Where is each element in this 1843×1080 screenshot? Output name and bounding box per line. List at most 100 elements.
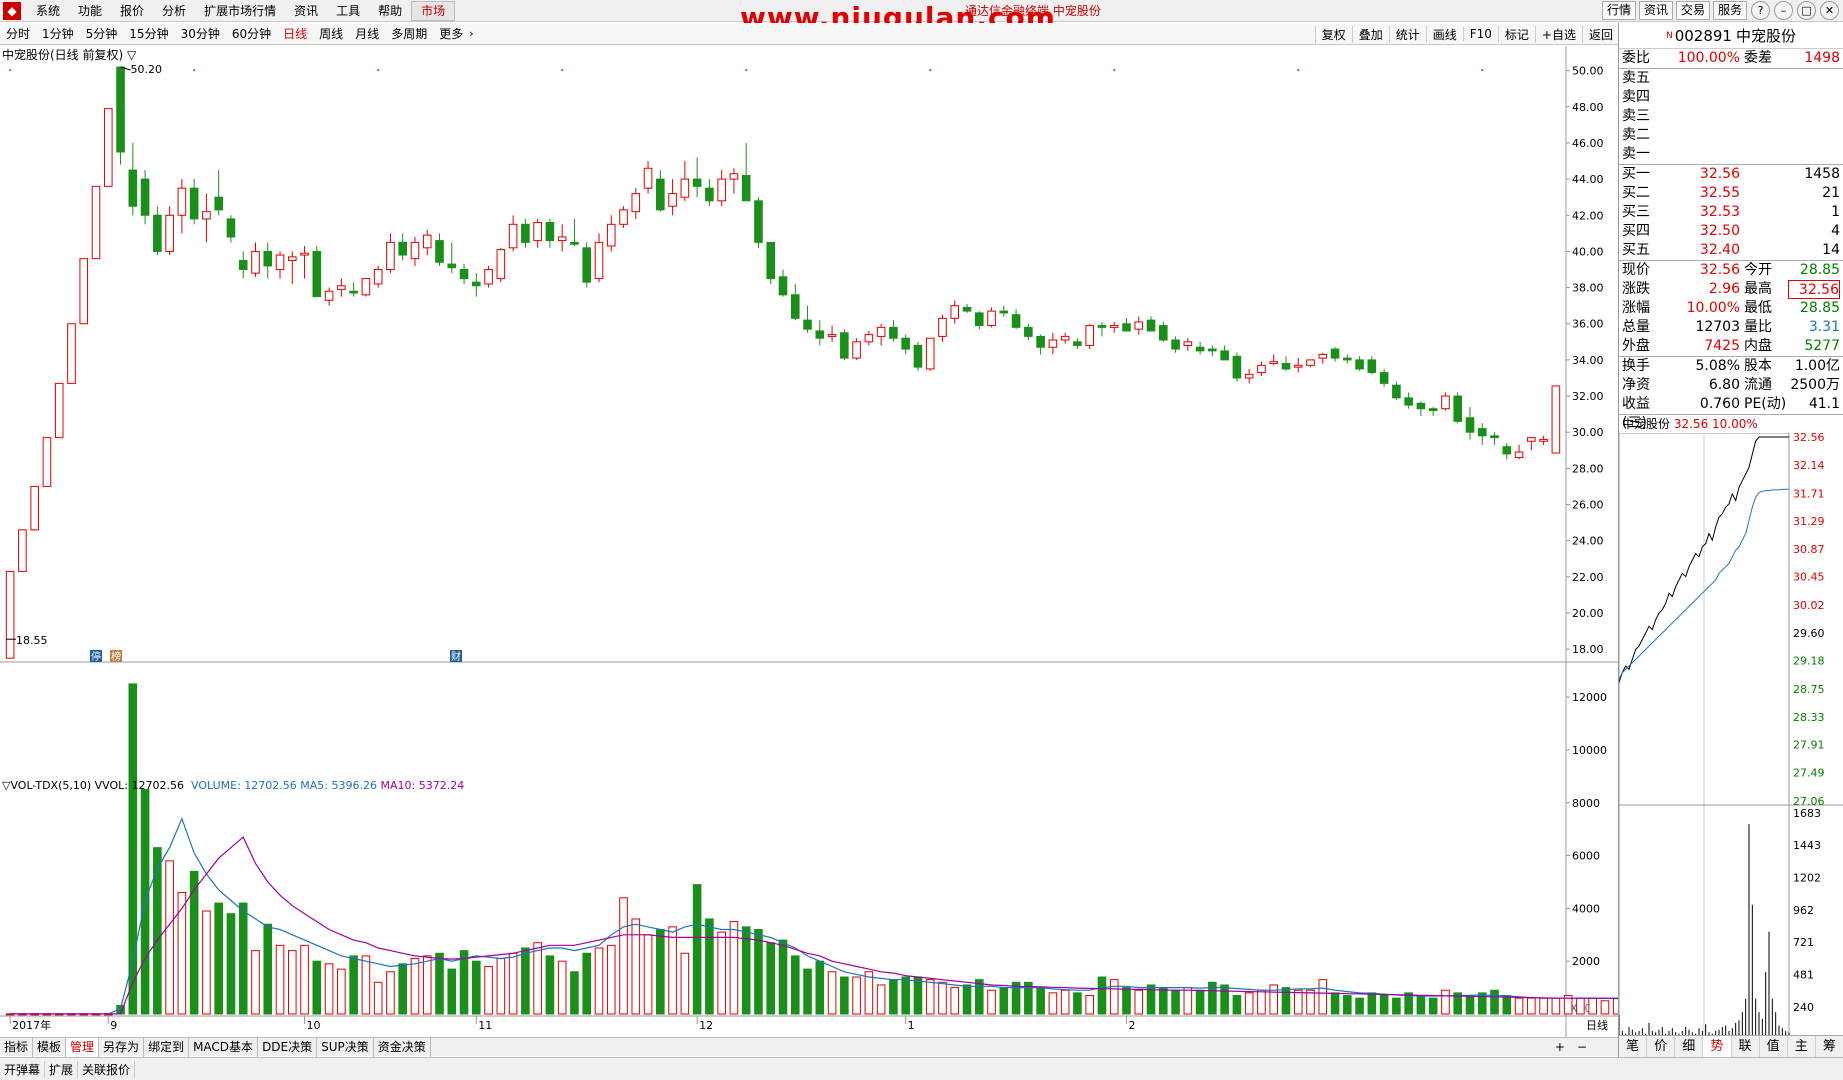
- period-7[interactable]: 周线: [313, 25, 349, 42]
- tool-6[interactable]: +自选: [1534, 25, 1582, 43]
- stat-label: 换手: [1622, 358, 1650, 374]
- tool-4[interactable]: F10: [1462, 27, 1498, 41]
- menu-item-7[interactable]: 帮助: [369, 2, 411, 19]
- period-2[interactable]: 5分钟: [80, 25, 124, 42]
- stat-value-2: 3.31: [1808, 319, 1840, 335]
- event-dot: [1481, 69, 1484, 71]
- quote-tab-2[interactable]: 细: [1675, 1036, 1704, 1057]
- menu-item-2[interactable]: 报价: [111, 2, 153, 19]
- chevron-right-icon[interactable]: ›: [469, 27, 473, 40]
- mini-y-label: 32.14: [1793, 459, 1825, 472]
- stat-label: 涨幅: [1622, 300, 1650, 316]
- period-1[interactable]: 1分钟: [36, 25, 80, 42]
- candle-body: [153, 214, 162, 252]
- kline-chart-area[interactable]: 50.00 48.00 46.00 44.00 42.00 40.00 38.00 36.00…: [0, 46, 1618, 1037]
- candle-body: [1343, 357, 1352, 361]
- triangle-down-icon[interactable]: ▽: [127, 48, 136, 62]
- intraday-chart-svg[interactable]: 32.56 32.14 31.71 31.29 30.87 30.45 30.02 29.60…: [1618, 431, 1843, 1044]
- menu-item-5[interactable]: 资讯: [285, 2, 327, 19]
- menu-item-6[interactable]: 工具: [327, 2, 369, 19]
- help-icon[interactable]: ?: [1751, 1, 1770, 20]
- top-nav-button-3[interactable]: 服务: [1712, 1, 1747, 20]
- buy-label: 买三: [1622, 204, 1650, 220]
- tool-1[interactable]: 叠加: [1351, 25, 1389, 43]
- quote-tab-6[interactable]: 主: [1788, 1036, 1816, 1057]
- period-9[interactable]: 多周期: [385, 25, 433, 42]
- top-nav-button-2[interactable]: 交易: [1675, 1, 1710, 20]
- period-8[interactable]: 月线: [349, 25, 385, 42]
- indicator-tab-3[interactable]: 另存为: [99, 1037, 145, 1057]
- quote-tab-7[interactable]: 筹: [1816, 1036, 1843, 1057]
- zoom-in-icon[interactable]: +: [1549, 1040, 1571, 1054]
- period-5[interactable]: 60分钟: [226, 25, 277, 42]
- candle-body: [30, 485, 39, 531]
- indicator-tab-0[interactable]: 指标: [0, 1037, 34, 1057]
- maximize-icon[interactable]: □: [1797, 1, 1816, 20]
- close-icon[interactable]: ✕: [1820, 1, 1839, 20]
- kline-chart-svg[interactable]: 50.00 48.00 46.00 44.00 42.00 40.00 38.00 36.00…: [0, 46, 1618, 1037]
- menu-items: 系统 功能 报价 分析 扩展市场行情 资讯 工具 帮助: [27, 2, 411, 19]
- quote-tab-5[interactable]: 值: [1760, 1036, 1788, 1057]
- volume-bar: [398, 963, 408, 1015]
- zoom-out-icon[interactable]: −: [1571, 1040, 1593, 1054]
- indicator-tab-7[interactable]: SUP决策: [317, 1037, 374, 1057]
- stat-value: 10.00%: [1686, 300, 1740, 316]
- volume-bar: [864, 971, 874, 1015]
- top-nav-button-0[interactable]: 行情: [1601, 1, 1636, 20]
- buy-price: 32.55: [1699, 185, 1740, 201]
- indicator-tab-8[interactable]: 资金决策: [374, 1037, 431, 1057]
- indicator-tab-2[interactable]: 管理: [66, 1037, 100, 1057]
- sell-volume: [1740, 107, 1840, 126]
- app-logo-icon[interactable]: ◆: [3, 1, 21, 20]
- stat-row: 外盘 7425 内盘 5277: [1619, 337, 1843, 356]
- candle-body: [1232, 355, 1242, 379]
- period-4[interactable]: 30分钟: [175, 25, 226, 42]
- period-3[interactable]: 15分钟: [123, 25, 174, 42]
- stat-value-2: 5277: [1804, 338, 1840, 354]
- quote-tab-3[interactable]: 势: [1703, 1036, 1732, 1057]
- menu-item-3[interactable]: 分析: [153, 2, 195, 19]
- top-nav-button-1[interactable]: 资讯: [1638, 1, 1673, 20]
- quote-tab-0[interactable]: 笔: [1619, 1036, 1648, 1057]
- tool-7[interactable]: 返回: [1581, 25, 1619, 43]
- period-6[interactable]: 日线: [277, 25, 313, 42]
- candle-body: [398, 241, 408, 256]
- period-0[interactable]: 分时: [0, 25, 36, 42]
- stat-value-2: 1.00亿: [1794, 358, 1840, 374]
- candle-body: [18, 529, 27, 572]
- marker-badge-label: 榜: [111, 650, 121, 663]
- y-tick-label: 50.00: [1572, 65, 1604, 78]
- quote-tab-4[interactable]: 联: [1732, 1036, 1760, 1057]
- stat-row: 涨跌 2.96 最高 32.56: [1619, 280, 1843, 299]
- menu-market[interactable]: 市场: [411, 0, 456, 21]
- menu-item-0[interactable]: 系统: [27, 2, 69, 19]
- minimize-icon[interactable]: –: [1774, 1, 1793, 20]
- volume-bar: [594, 947, 604, 1015]
- menu-item-4[interactable]: 扩展市场行情: [195, 2, 285, 19]
- mini-vol-label: 1443: [1793, 839, 1821, 852]
- indicator-tab-4[interactable]: 绑定到: [144, 1037, 190, 1057]
- buy-volume: 14: [1822, 242, 1840, 258]
- period-10[interactable]: 更多: [433, 25, 469, 42]
- indicator-tab-1[interactable]: 模板: [33, 1037, 67, 1057]
- candle-body: [815, 330, 825, 339]
- y-tick-label: 38.00: [1572, 282, 1604, 295]
- tool-0[interactable]: 复权: [1314, 25, 1352, 43]
- status-item-1[interactable]: 扩展: [45, 1060, 79, 1078]
- status-item-2[interactable]: 关联报价: [78, 1060, 136, 1078]
- quote-tab-1[interactable]: 价: [1647, 1036, 1676, 1057]
- candle-body: [42, 437, 52, 487]
- indicator-tab-6[interactable]: DDE决策: [258, 1037, 318, 1057]
- sell-price: [1658, 88, 1740, 107]
- sell-price: [1658, 107, 1740, 126]
- mini-y-label: 29.60: [1793, 627, 1825, 640]
- menu-item-1[interactable]: 功能: [69, 2, 111, 19]
- status-item-0[interactable]: 开弹幕: [0, 1060, 46, 1078]
- y-tick-label: 30.00: [1572, 426, 1604, 439]
- tool-2[interactable]: 统计: [1388, 25, 1426, 43]
- tool-3[interactable]: 画线: [1425, 25, 1463, 43]
- candle-body: [1085, 325, 1094, 346]
- tool-5[interactable]: 标记: [1497, 25, 1535, 43]
- indicator-tab-5[interactable]: MACD基本: [189, 1037, 259, 1057]
- sell-row: 卖五: [1619, 69, 1843, 88]
